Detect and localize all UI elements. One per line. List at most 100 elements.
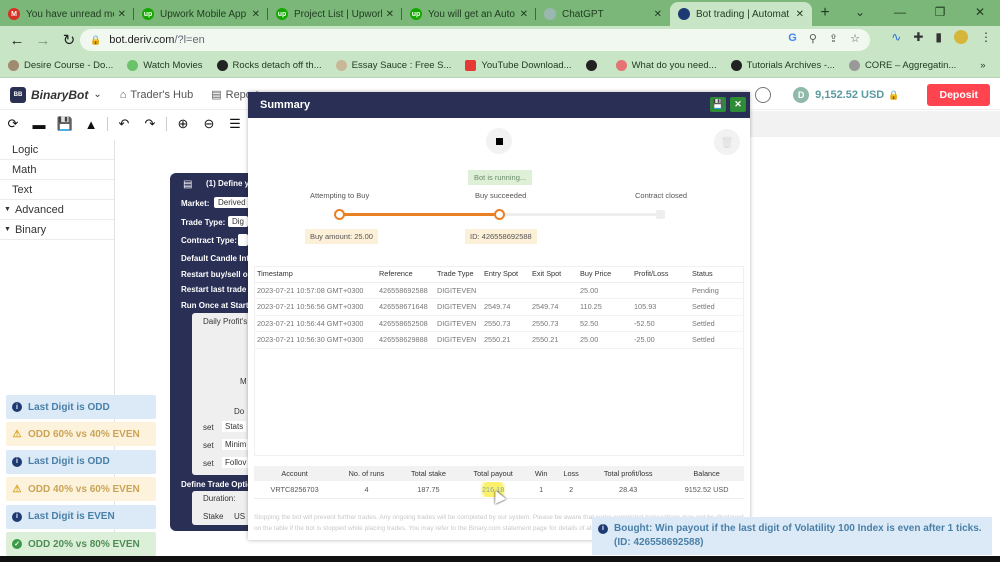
google-icon[interactable]: G <box>788 32 797 45</box>
transaction-row[interactable]: 2023-07-21 10:56:44 GMT+0300 426558652508… <box>254 315 744 332</box>
pin-icon <box>615 60 627 71</box>
caret-down-icon: ▼ <box>4 226 11 233</box>
close-window-icon[interactable]: ✕ <box>960 0 1000 24</box>
lock-icon: 🔒 <box>90 34 102 45</box>
back-icon[interactable]: ← <box>4 32 30 49</box>
bookmark-star-icon[interactable]: ☆ <box>850 32 860 45</box>
sidebar-item-logic[interactable]: Logic <box>0 140 114 160</box>
address-bar-row: ← → ↻ 🔒 bot.deriv.com/?l=en G ⚲ ⇪ ☆ ∿ ✚ … <box>0 26 1000 54</box>
tab-search-icon[interactable]: ⌄ <box>840 0 880 24</box>
restore-icon[interactable]: ❐ <box>920 0 960 24</box>
save-summary-button[interactable]: 💾 <box>710 97 726 112</box>
browser-tab[interactable]: ChatGPT ✕ <box>536 2 670 26</box>
side-panel-icon[interactable]: ▮ <box>935 30 942 44</box>
notification-warn[interactable]: ⚠ ODD 60% vs 40% EVEN <box>6 422 156 447</box>
notification-text: ODD 20% vs 80% EVEN <box>28 538 140 550</box>
set-variable-dropdown[interactable]: Stats <box>222 421 247 432</box>
undo-icon[interactable]: ↶ <box>111 116 137 132</box>
share-icon[interactable]: ⇪ <box>829 32 838 45</box>
demo-currency-icon[interactable]: D <box>793 87 810 103</box>
reload-icon[interactable]: ↻ <box>56 31 82 49</box>
traders-hub-link[interactable]: ⌂ Trader's Hub <box>120 89 193 101</box>
transaction-row[interactable]: 2023-07-21 10:57:08 GMT+0300 426558692588… <box>254 282 744 299</box>
account-icon[interactable] <box>755 87 772 103</box>
toast-message: Bought: Win payout if the last digit of … <box>614 523 982 548</box>
more-bookmarks-button[interactable]: » <box>980 60 985 71</box>
close-tab-icon[interactable]: ✕ <box>252 9 260 20</box>
close-tab-icon[interactable]: ✕ <box>796 9 804 20</box>
notification-warn[interactable]: ⚠ ODD 40% vs 60% EVEN <box>6 477 156 502</box>
clear-stats-button[interactable]: 🗑 <box>714 129 740 155</box>
zoom-icon[interactable]: ⚲ <box>809 32 817 45</box>
browser-tab[interactable]: up Upwork Mobile App - ✕ <box>134 2 268 26</box>
reset-icon[interactable]: ⟳ <box>0 116 26 132</box>
close-tab-icon[interactable]: ✕ <box>386 9 394 20</box>
browser-tab[interactable]: up Project List | Upwork ✕ <box>268 2 402 26</box>
bookmark[interactable] <box>585 60 602 71</box>
rearrange-icon[interactable]: ☰ <box>222 116 248 132</box>
new-tab-button[interactable]: + <box>812 2 838 26</box>
menu-icon[interactable]: ⋮ <box>980 30 992 44</box>
minimize-icon[interactable]: — <box>880 0 920 24</box>
account-balance[interactable]: 9,152.52 USD <box>815 89 884 101</box>
home-icon: ⌂ <box>119 88 127 101</box>
transaction-row[interactable]: 2023-07-21 10:56:56 GMT+0300 426558671648… <box>254 298 744 316</box>
market-dropdown[interactable]: Derived <box>214 197 250 208</box>
transaction-row[interactable]: 2023-07-21 10:56:30 GMT+0300 426558629888… <box>254 331 744 349</box>
browser-tab-active[interactable]: Bot trading | Automat ✕ <box>670 2 812 26</box>
save-icon[interactable]: 💾 <box>52 116 78 132</box>
close-tab-icon[interactable]: ✕ <box>118 9 126 20</box>
close-dialog-button[interactable]: ✕ <box>730 97 746 112</box>
bookmark[interactable]: Essay Sauce : Free S... <box>335 60 451 71</box>
notification-info[interactable]: i Last Digit is ODD <box>6 395 156 419</box>
redo-icon[interactable]: ↷ <box>137 116 163 132</box>
globe-icon <box>585 60 597 71</box>
bookmark[interactable]: Rocks detach off th... <box>216 60 322 71</box>
bookmark[interactable]: CORE – Aggregatin... <box>848 60 956 71</box>
bookmark[interactable]: What do you need... <box>615 60 717 71</box>
cell-status: Settled <box>689 331 744 349</box>
sidebar-item-text[interactable]: Text <box>0 180 114 200</box>
sidebar-item-binary[interactable]: ▼ Binary <box>0 220 114 240</box>
deposit-button[interactable]: Deposit <box>927 84 990 106</box>
extension-icon[interactable]: ∿ <box>891 30 901 44</box>
forward-icon[interactable]: → <box>30 32 56 49</box>
bookmark[interactable]: Tutorials Archives -... <box>730 60 835 71</box>
browser-tab[interactable]: M You have unread mes ✕ <box>0 2 134 26</box>
trade-parameters-block[interactable]: ▤ (1) Define y Market: Derived Trade Typ… <box>170 173 262 531</box>
trash-icon: 🗑 <box>720 136 734 149</box>
bookmark[interactable]: Watch Movies <box>127 60 203 71</box>
notification-info[interactable]: i Last Digit is EVEN <box>6 504 156 529</box>
url-input[interactable]: 🔒 bot.deriv.com/?l=en G ⚲ ⇪ ☆ <box>80 29 870 51</box>
profile-avatar[interactable] <box>954 30 968 44</box>
trade-type-dropdown[interactable]: Dig <box>228 216 249 227</box>
browser-tab[interactable]: up You will get an Auto ✕ <box>402 2 536 26</box>
summary-dialog-header[interactable]: Summary 💾 ✕ <box>248 92 750 118</box>
google-drive-icon[interactable]: ▲ <box>78 117 104 132</box>
buy-amount-info: Buy amount: 25.00 <box>305 229 378 244</box>
zoom-out-icon[interactable]: ⊖ <box>196 116 222 132</box>
warning-icon: ⚠ <box>12 428 22 440</box>
open-folder-icon[interactable]: ▬ <box>26 117 52 132</box>
close-tab-icon[interactable]: ✕ <box>654 9 662 20</box>
notification-info[interactable]: i Last Digit is ODD <box>6 449 156 474</box>
download-icon <box>465 60 477 71</box>
bookmark[interactable]: YouTube Download... <box>465 60 572 71</box>
stop-bot-button[interactable] <box>486 128 512 154</box>
zoom-in-icon[interactable]: ⊕ <box>170 116 196 132</box>
binarybot-logo: BB <box>10 86 26 103</box>
sidebar-item-math[interactable]: Math <box>0 160 114 180</box>
set-variable-dropdown[interactable]: Follov <box>222 457 250 468</box>
app-switcher[interactable]: BB BinaryBot ⌄ <box>10 86 102 103</box>
puzzle-icon[interactable]: ✚ <box>913 30 923 44</box>
bookmark[interactable]: Desire Course - Do... <box>8 60 113 71</box>
sidebar-item-advanced[interactable]: ▼ Advanced <box>0 200 114 220</box>
globe-icon <box>730 60 742 71</box>
contract-type-dropdown[interactable] <box>238 234 248 246</box>
notification-ok[interactable]: ✓ ODD 20% vs 80% EVEN <box>6 532 156 556</box>
cell-status: Settled <box>689 315 744 332</box>
win-count: 1 <box>527 481 556 499</box>
close-tab-icon[interactable]: ✕ <box>520 9 528 20</box>
purchase-toast[interactable]: i Bought: Win payout if the last digit o… <box>592 517 992 555</box>
set-variable-dropdown[interactable]: Minim <box>222 439 250 450</box>
